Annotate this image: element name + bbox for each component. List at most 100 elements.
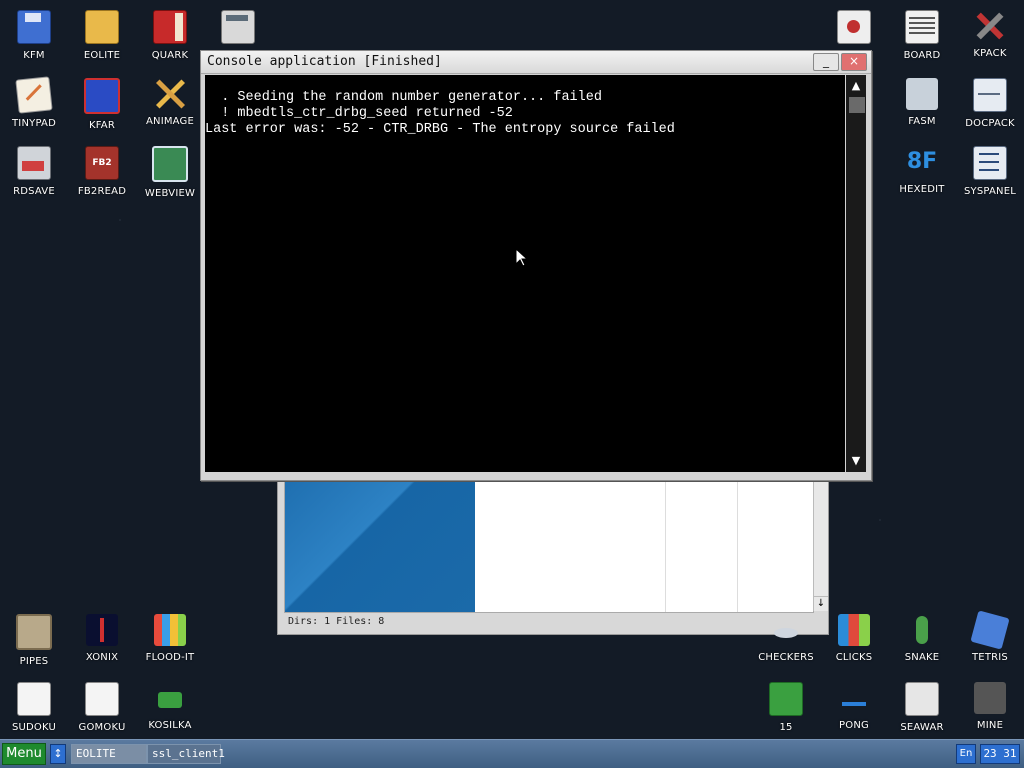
desktop-icon-rdsave[interactable]: RDSAVE xyxy=(0,138,68,204)
console-scrollbar[interactable]: ▲ ▼ xyxy=(846,75,866,472)
desktop-icon-gomoku[interactable]: GOMOKU xyxy=(68,674,136,740)
start-menu-button[interactable]: Menu xyxy=(2,743,46,765)
language-indicator[interactable]: En xyxy=(956,744,976,764)
desktop-icon-quark[interactable]: QUARK xyxy=(136,2,204,68)
desktop-icon-pong[interactable]: PONG xyxy=(820,674,888,740)
desktop-icon-kfm[interactable]: KFM xyxy=(0,2,68,68)
column-divider xyxy=(665,480,666,612)
file-list-pane[interactable] xyxy=(284,479,814,613)
desktop-icon-label: KFM xyxy=(23,50,45,61)
desktop-icon-label: SUDOKU xyxy=(11,722,57,733)
pencil-icon xyxy=(154,78,186,110)
bug-icon xyxy=(837,10,871,44)
rdsave-icon xyxy=(17,146,51,180)
desktop-icon-label: RDSAVE xyxy=(13,186,55,197)
desktop-icon-label: KFAR xyxy=(89,120,115,131)
desktop-icon-kfar[interactable]: KFAR xyxy=(68,70,136,136)
sudoku-icon xyxy=(17,682,51,716)
desktop-icon-mine[interactable]: MINE xyxy=(956,674,1024,740)
docpack-icon xyxy=(973,78,1007,112)
console-line: . Seeding the random number generator...… xyxy=(205,90,602,105)
desktop-icon-flood-it[interactable]: FLOOD-IT xyxy=(136,606,204,672)
desktop-icon-snake[interactable]: SNAKE xyxy=(888,606,956,672)
fasm-icon xyxy=(906,78,938,110)
clock[interactable]: 23 31 xyxy=(980,744,1020,764)
desktop-icon-sudoku[interactable]: SUDOKU xyxy=(0,674,68,740)
desktop-icon-label: DOCPACK xyxy=(965,118,1015,129)
seawar-icon xyxy=(905,682,939,716)
desktop-icon-label: FLOOD-IT xyxy=(145,652,195,663)
desktop-icon-syspanel[interactable]: SYSPANEL xyxy=(956,138,1024,204)
taskbar-item-ssl-client1[interactable]: ssl_client1 xyxy=(147,744,225,764)
desktop-icon-label: 15 xyxy=(779,722,793,733)
desktop-icon-label: PIPES xyxy=(19,656,49,667)
desktop-icon-fb2read[interactable]: FB2 FB2READ xyxy=(68,138,136,204)
desktop-icon-eolite[interactable]: EOLITE xyxy=(68,2,136,68)
file-manager-status: Dirs: 1 Files: 8 xyxy=(288,616,385,627)
preview-image xyxy=(285,480,475,612)
desktop-icon-label: BOARD xyxy=(903,50,941,61)
desktop-icon-label: SEAWAR xyxy=(900,722,944,733)
notepad-icon xyxy=(15,76,53,114)
scroll-thumb[interactable] xyxy=(849,97,865,113)
lawnmower-icon xyxy=(154,682,186,714)
close-button[interactable]: × xyxy=(841,53,867,71)
snake-icon xyxy=(906,614,938,646)
scroll-down-arrow-icon[interactable]: ▼ xyxy=(846,452,866,470)
desktop-icon-seawar[interactable]: SEAWAR xyxy=(888,674,956,740)
desktop-icon-label: HEXEDIT xyxy=(899,184,945,195)
desktop-icon-hexedit[interactable]: 8F HEXEDIT xyxy=(888,138,956,204)
desktop-icon-label: FASM xyxy=(908,116,936,127)
desktop-icon-tetris[interactable]: TETRIS xyxy=(956,606,1024,672)
scroll-up-arrow-icon[interactable]: ▲ xyxy=(846,77,866,95)
task-switch-button[interactable]: ↕ xyxy=(50,744,66,764)
desktop-icon-kpack[interactable]: KPACK xyxy=(956,2,1024,68)
desktop-icon-clicks[interactable]: CLICKS xyxy=(820,606,888,672)
desktop-icon-label: GOMOKU xyxy=(78,722,126,733)
desktop-icon-checkers[interactable]: CHECKERS xyxy=(752,606,820,672)
desktop-icon-fasm[interactable]: FASM xyxy=(888,70,956,136)
xonix-icon xyxy=(86,614,118,646)
desktop-icon-label: XONIX xyxy=(85,652,119,663)
column-divider xyxy=(737,480,738,612)
desktop-icon-label: MINE xyxy=(976,720,1004,731)
desktop-icon-label: TETRIS xyxy=(972,652,1008,663)
kpack-icon xyxy=(974,10,1006,42)
desktop-icon-label: KOSILKA xyxy=(148,720,192,731)
hexedit-icon: 8F xyxy=(906,149,938,174)
desktop-icon-pipes[interactable]: PIPES xyxy=(0,606,68,672)
desktop-icon-label: KPACK xyxy=(973,48,1007,59)
desktop-icon-tinypad[interactable]: TINYPAD xyxy=(0,70,68,136)
desktop-icon-15[interactable]: 15 xyxy=(752,674,820,740)
mine-icon xyxy=(974,682,1006,714)
desktop-icon-label: PONG xyxy=(839,720,869,731)
web-icon xyxy=(152,146,188,182)
desktop-icon-xonix[interactable]: XONIX xyxy=(68,606,136,672)
desktop-icon-kosilka[interactable]: KOSILKA xyxy=(136,674,204,740)
kfar-icon xyxy=(84,78,120,114)
calculator-icon xyxy=(221,10,255,44)
file-manager-window[interactable]: ↓ Dirs: 1 Files: 8 xyxy=(277,470,829,635)
taskbar: Menu ↕ EOLITE ssl_client1 En 23 31 xyxy=(0,739,1024,768)
desktop-icon-docpack[interactable]: DOCPACK xyxy=(956,70,1024,136)
taskbar-item-eolite[interactable]: EOLITE xyxy=(71,744,147,764)
syspanel-icon xyxy=(973,146,1007,180)
floppy-icon xyxy=(17,10,51,44)
minimize-button[interactable]: _ xyxy=(813,53,839,71)
fb2-icon: FB2 xyxy=(85,146,119,180)
console-window[interactable]: Console application [Finished] _ × . See… xyxy=(200,50,872,481)
board-icon xyxy=(905,10,939,44)
desktop-icon-label: SNAKE xyxy=(904,652,940,663)
file-list-scrollbar[interactable]: ↓ xyxy=(813,479,828,611)
clicks-icon xyxy=(838,614,870,646)
flood-icon xyxy=(154,614,186,646)
desktop-icon-webview[interactable]: WEBVIEW xyxy=(136,138,204,204)
console-titlebar[interactable]: Console application [Finished] _ × xyxy=(201,51,871,74)
desktop-icon-label: CHECKERS xyxy=(758,652,814,663)
console-output: . Seeding the random number generator...… xyxy=(205,75,845,472)
desktop-icon-label: SYSPANEL xyxy=(963,186,1016,197)
desktop-icon-animage[interactable]: ANIMAGE xyxy=(136,70,204,136)
pong-icon xyxy=(838,682,870,714)
console-line: Last error was: -52 - CTR_DRBG - The ent… xyxy=(205,122,675,137)
desktop-icon-board[interactable]: BOARD xyxy=(888,2,956,68)
